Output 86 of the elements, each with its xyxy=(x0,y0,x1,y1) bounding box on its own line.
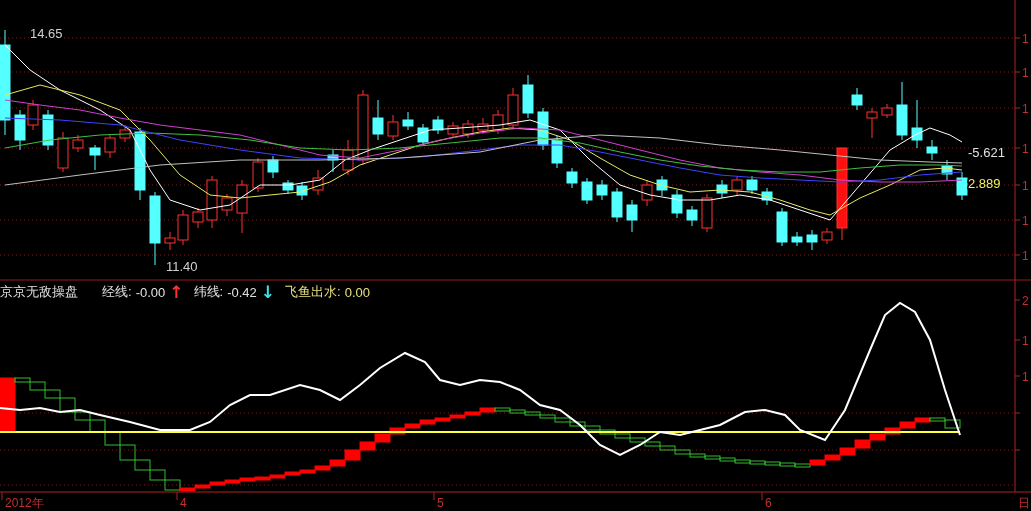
candlestick xyxy=(372,99,384,141)
candlestick xyxy=(104,133,116,159)
price-value-label: -5.621 xyxy=(968,145,1005,160)
candlestick xyxy=(686,205,698,227)
trend-arrow: ↑ xyxy=(169,282,184,302)
trend-arrow: ↓ xyxy=(260,282,276,302)
price-axis-label: 1 xyxy=(1022,142,1029,156)
candlestick xyxy=(881,103,893,119)
indicator-axis-label: 1 xyxy=(1022,334,1029,348)
candlestick xyxy=(42,109,54,151)
candlestick xyxy=(72,134,84,153)
price-axis-label: 1 xyxy=(1022,249,1029,263)
date-axis-label: 4 xyxy=(180,496,187,510)
candlestick xyxy=(551,135,563,169)
price-axis-label: 1 xyxy=(1022,214,1029,228)
low-price-label: 11.40 xyxy=(166,259,198,274)
candlestick xyxy=(492,109,504,135)
date-axis-label: 2012年 xyxy=(5,496,44,510)
candlestick xyxy=(731,175,743,197)
candlestick xyxy=(746,175,758,195)
candlestick xyxy=(626,199,638,233)
candlestick xyxy=(119,124,131,143)
candlestick xyxy=(387,114,399,141)
indicator-field-label: 纬线: xyxy=(193,283,224,301)
price-value-label: 2.889 xyxy=(968,176,1001,191)
candlestick xyxy=(236,179,248,234)
candlestick xyxy=(611,187,623,223)
candlestick xyxy=(566,167,578,189)
candlestick xyxy=(941,159,953,181)
price-axis-label: 1 xyxy=(1022,32,1029,46)
candlestick xyxy=(956,171,968,201)
candlestick xyxy=(206,175,218,229)
candlestick xyxy=(537,107,549,151)
price-axis-label: 1 xyxy=(1022,102,1029,116)
candlestick xyxy=(312,169,324,196)
candlestick xyxy=(192,207,204,229)
candlestick xyxy=(14,109,26,151)
candlestick xyxy=(327,149,339,173)
indicator-field-value: -0.42 xyxy=(227,284,257,300)
candlestick xyxy=(701,193,713,233)
indicator-field-label: 经线: xyxy=(102,283,132,301)
candlestick xyxy=(851,87,863,111)
candlestick xyxy=(926,139,938,161)
candlestick xyxy=(656,175,668,197)
candlestick xyxy=(89,144,101,171)
candlestick xyxy=(402,111,414,131)
candlestick xyxy=(252,157,264,193)
price-axis-label: 1 xyxy=(1022,66,1029,80)
date-axis-label: 6 xyxy=(765,496,772,510)
candlestick xyxy=(221,193,233,217)
candlestick xyxy=(462,119,474,139)
indicator-field-value: -0.00 xyxy=(135,284,166,300)
candlestick xyxy=(522,74,534,119)
candlestick xyxy=(896,81,908,141)
price-axis-label: 1 xyxy=(1022,179,1029,193)
indicator-axis-label: 2 xyxy=(1022,294,1029,308)
candlestick xyxy=(267,155,279,179)
indicator-axis-label: 1 xyxy=(1022,370,1029,384)
high-price-label: 14.65 xyxy=(30,26,63,41)
candlestick xyxy=(57,131,69,173)
candlestick xyxy=(27,99,39,131)
candlestick xyxy=(791,231,803,247)
candlestick xyxy=(417,123,429,147)
indicator-field-value: 0.00 xyxy=(344,284,370,300)
candlestick xyxy=(507,87,519,129)
candlestick xyxy=(671,189,683,219)
candlestick xyxy=(761,187,773,206)
indicator-field-label: 飞鱼出水: xyxy=(285,283,341,301)
candlestick xyxy=(596,179,608,201)
candlestick xyxy=(716,179,728,199)
candlestick xyxy=(806,229,818,251)
candlestick xyxy=(776,207,788,247)
candlestick xyxy=(477,117,489,135)
date-axis-label: 5 xyxy=(437,496,444,510)
indicator-name: 京京无敌操盘 xyxy=(0,283,78,301)
candlestick xyxy=(866,107,878,139)
candlestick xyxy=(282,179,294,195)
date-axis-label: 日 xyxy=(1018,496,1030,510)
candlestick xyxy=(432,115,444,135)
candlestick xyxy=(342,139,354,176)
candlestick xyxy=(447,121,459,139)
candlestick xyxy=(296,181,308,201)
candlestick xyxy=(821,227,833,245)
candlestick xyxy=(581,177,593,205)
candlestick xyxy=(911,99,923,149)
candlestick xyxy=(641,179,653,207)
